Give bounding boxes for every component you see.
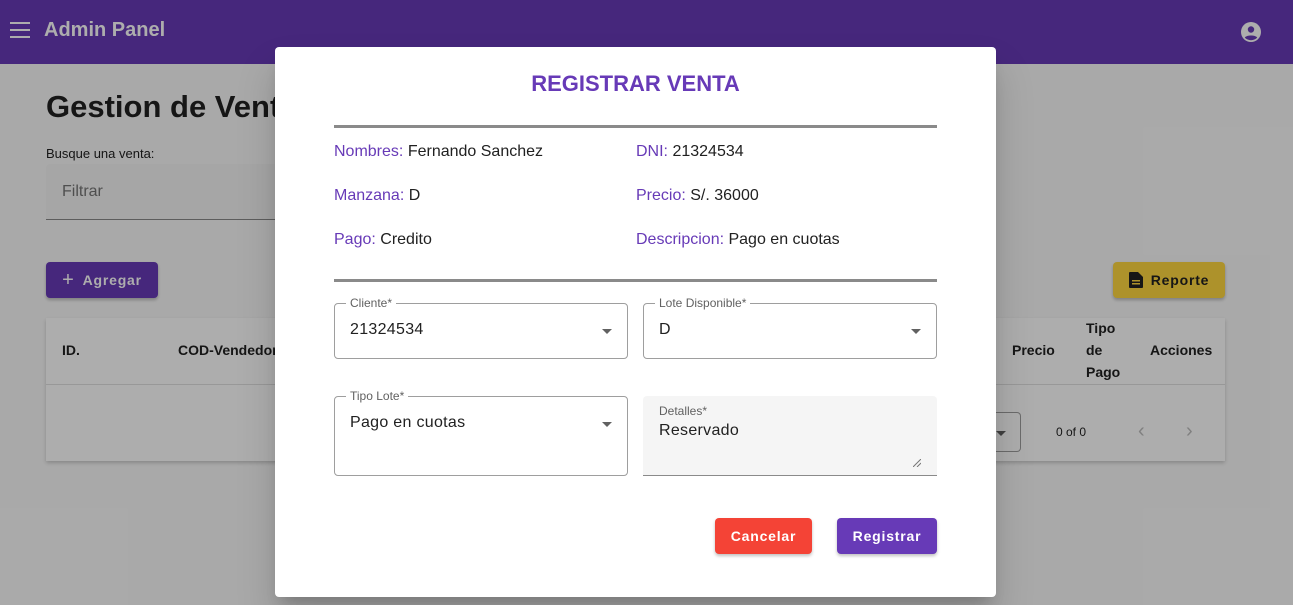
lote-disponible-value: D (659, 321, 671, 338)
info-nombres-label: Nombres: (334, 143, 404, 160)
divider-top (334, 125, 937, 128)
tipo-lote-label: Tipo Lote* (346, 389, 409, 403)
tipo-lote-select[interactable]: Tipo Lote* Pago en cuotas (334, 389, 628, 476)
info-pago-value: Credito (380, 231, 432, 248)
cliente-select[interactable]: Cliente* 21324534 (334, 296, 628, 359)
lote-disponible-select[interactable]: Lote Disponible* D (643, 296, 937, 359)
detalles-label: Detalles* (659, 404, 708, 418)
info-pago: Pago: Credito (334, 231, 432, 249)
info-descripcion-label: Descripcion: (636, 231, 725, 248)
register-sale-dialog: REGISTRAR VENTA Nombres: Fernando Sanche… (275, 47, 996, 597)
cancel-button[interactable]: Cancelar (715, 518, 812, 554)
info-dni-value: 21324534 (672, 143, 744, 160)
info-dni: DNI: 21324534 (636, 143, 744, 161)
detalles-field[interactable]: Detalles* Reservado (643, 396, 937, 476)
chevron-down-icon (911, 329, 921, 334)
info-nombres: Nombres: Fernando Sanchez (334, 143, 543, 161)
info-precio: Precio: S/. 36000 (636, 187, 759, 205)
divider-bottom (334, 279, 937, 282)
info-manzana-value: D (408, 187, 421, 204)
info-descripcion: Descripcion: Pago en cuotas (636, 231, 840, 249)
info-dni-label: DNI: (636, 143, 668, 160)
chevron-down-icon (602, 422, 612, 427)
lote-disponible-label: Lote Disponible* (655, 296, 751, 310)
register-button[interactable]: Registrar (837, 518, 937, 554)
chevron-down-icon (602, 329, 612, 334)
resize-handle-icon[interactable] (913, 459, 921, 467)
cliente-label: Cliente* (346, 296, 397, 310)
info-descripcion-value: Pago en cuotas (728, 231, 840, 248)
dialog-title: REGISTRAR VENTA (531, 71, 740, 96)
detalles-textarea[interactable]: Reservado (659, 422, 923, 468)
info-precio-label: Precio: (636, 187, 686, 204)
tipo-lote-value: Pago en cuotas (350, 414, 466, 431)
info-precio-value: S/. 36000 (690, 187, 759, 204)
info-pago-label: Pago: (334, 231, 376, 248)
cliente-value: 21324534 (350, 321, 424, 338)
info-manzana: Manzana: D (334, 187, 420, 205)
info-nombres-value: Fernando Sanchez (407, 143, 544, 160)
info-manzana-label: Manzana: (334, 187, 405, 204)
